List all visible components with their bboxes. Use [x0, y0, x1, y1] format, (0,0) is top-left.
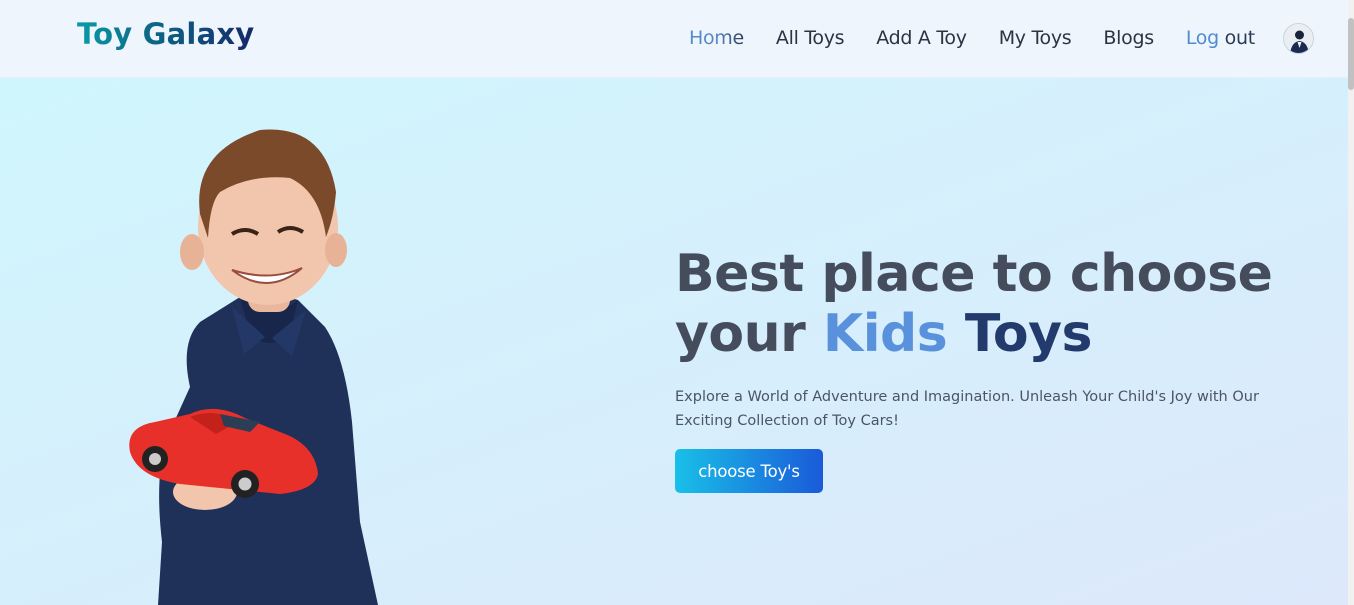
navbar: Toy Galaxy Home All Toys Add A Toy My To… [0, 0, 1348, 78]
nav-all-toys[interactable]: All Toys [776, 27, 845, 49]
logout-button[interactable]: Log out [1186, 27, 1255, 49]
hero-subtext: Explore a World of Adventure and Imagina… [675, 389, 1259, 429]
headline-your: your [675, 304, 806, 364]
nav-blogs[interactable]: Blogs [1103, 27, 1154, 49]
page-scrollbar[interactable] [1348, 0, 1354, 605]
headline-toys: Toys [964, 304, 1093, 364]
nav-add-a-toy[interactable]: Add A Toy [876, 27, 967, 49]
user-avatar[interactable] [1283, 23, 1314, 54]
nav-my-toys[interactable]: My Toys [999, 27, 1072, 49]
nav-links: Home All Toys Add A Toy My Toys Blogs Lo… [689, 27, 1255, 49]
headline-line-1: Best place to choose [675, 244, 1273, 304]
scrollbar-thumb[interactable] [1348, 18, 1354, 90]
hero-headline: Best place to choose your Kids Toys [675, 244, 1315, 364]
logout-label-part2: out [1224, 27, 1256, 49]
headline-kids: Kids [822, 304, 948, 364]
brand-logo[interactable]: Toy Galaxy [77, 17, 254, 51]
logout-label-part1: Log [1185, 27, 1219, 49]
kid-with-toy-car-image [129, 129, 378, 605]
choose-toys-button[interactable]: choose Toy's [675, 449, 823, 493]
user-avatar-icon [1284, 24, 1313, 53]
nav-home[interactable]: Home [689, 27, 744, 49]
hero-section: Best place to choose your Kids Toys Expl… [0, 78, 1348, 605]
